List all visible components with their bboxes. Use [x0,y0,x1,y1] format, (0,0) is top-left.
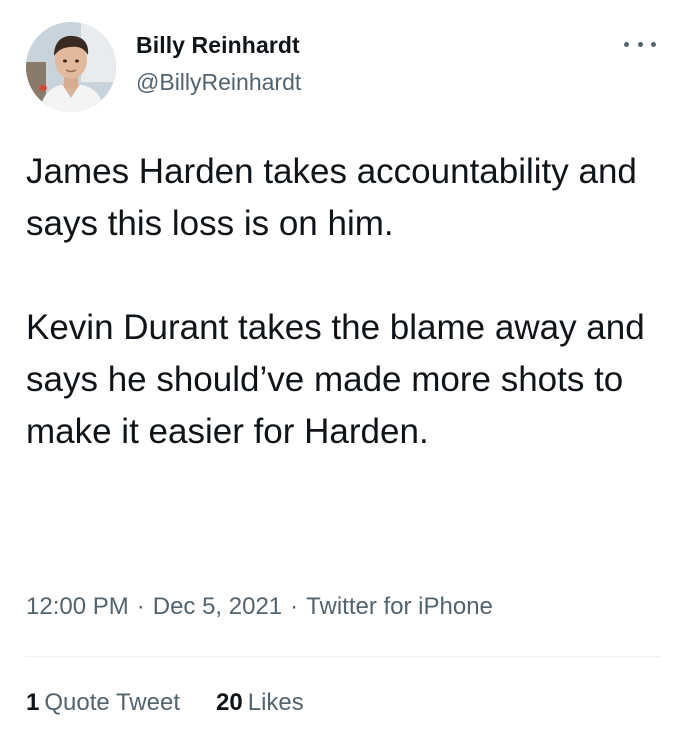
tweet-text: James Harden takes accountability and sa… [26,146,656,458]
more-horizontal-icon[interactable] [624,34,656,54]
meta-separator: · [290,593,299,620]
tweet-paragraph: James Harden takes accountability and sa… [26,152,637,243]
tweet-meta: 12:00 PM · Dec 5, 2021 · Twitter for iPhone [26,590,493,624]
author-display-name[interactable]: Billy Reinhardt [136,30,301,60]
quote-tweets-stat[interactable]: 1 Quote Tweet [26,686,180,720]
tweet-header: Billy Reinhardt @BillyReinhardt [26,22,656,114]
meta-separator: · [136,593,145,620]
quote-tweets-count: 1 [26,689,40,716]
tweet-paragraph: Kevin Durant takes the blame away and sa… [26,308,645,451]
tweet-source[interactable]: Twitter for iPhone [306,593,493,620]
tweet-date[interactable]: Dec 5, 2021 [153,593,282,620]
tweet-card: Billy Reinhardt @BillyReinhardt James Ha… [0,0,676,750]
tweet-time[interactable]: 12:00 PM [26,593,129,620]
more-dot [637,41,643,47]
avatar[interactable] [26,22,116,112]
likes-label: Likes [247,689,304,716]
likes-stat[interactable]: 20 Likes [216,686,304,720]
more-dot [651,41,656,47]
author-handle[interactable]: @BillyReinhardt [136,66,301,98]
likes-count: 20 [216,689,243,716]
tweet-stats: 1 Quote Tweet 20 Likes [26,686,340,720]
more-dot [624,41,629,47]
quote-tweets-label: Quote Tweet [44,689,181,716]
avatar-image [26,22,116,112]
divider [26,656,660,657]
author-names: Billy Reinhardt @BillyReinhardt [136,30,301,98]
